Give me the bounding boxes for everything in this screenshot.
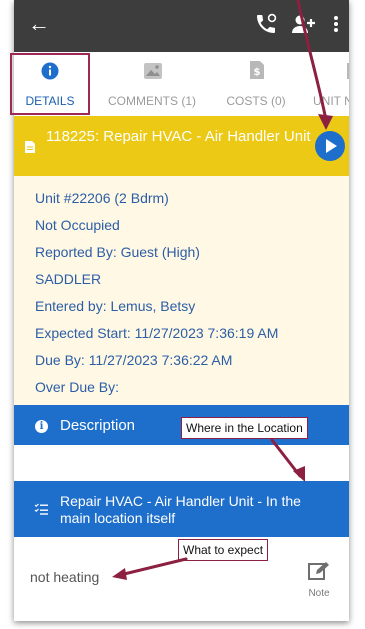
back-arrow-icon[interactable]: ← [28,10,50,38]
detail-expected-start: Expected Start: 11/27/2023 7:36:19 AM [35,325,279,341]
callout-location: Where in the Location [181,417,308,439]
detail-entered-by: Entered by: Lemus, Betsy [35,298,196,314]
detail-due-by: Due By: 11/27/2023 7:36:22 AM [35,352,233,368]
work-order-title: 118225: Repair HVAC - Air Handler Unit [46,128,311,145]
svg-text:$: $ [254,67,261,78]
tab-unit-notes-label: UNIT NO [313,94,349,108]
checklist-icon [34,503,48,515]
work-order-details: Unit #22206 (2 Bdrm) Not Occupied Report… [14,176,349,405]
note-button-label: Note [308,588,330,599]
more-vert-icon[interactable] [332,12,340,36]
dollar-document-icon: $ [250,61,264,79]
note-button[interactable]: Note [304,561,334,599]
detail-reported-by: Reported By: Guest (High) [35,244,200,260]
tab-unit-notes[interactable]: UNIT NO [302,52,349,116]
image-icon [144,63,162,79]
detail-over-due-by: Over Due By: [35,379,120,395]
phone-call-icon[interactable] [254,12,278,36]
edit-note-icon [308,562,329,580]
tab-comments-label: COMMENTS (1) [108,94,196,108]
play-button[interactable] [315,131,345,161]
location-bar[interactable]: Repair HVAC - Air Handler Unit - In the … [14,481,349,537]
top-app-bar: ← [14,0,349,52]
detail-occupancy: Not Occupied [35,217,120,233]
location-label: Repair HVAC - Air Handler Unit - In the … [60,493,301,526]
tab-costs[interactable]: $ COSTS (0) [214,52,298,116]
tab-comments[interactable]: COMMENTS (1) [94,52,210,116]
detail-property: SADDLER [35,271,102,287]
description-label: Description [60,417,136,434]
description-text: not heating [30,569,100,585]
add-person-icon[interactable] [290,12,318,36]
tab-costs-label: COSTS (0) [226,94,286,108]
document-icon [25,141,35,153]
callout-expect: What to expect [178,539,269,561]
detail-unit: Unit #22206 (2 Bdrm) [35,190,169,206]
document-icon [347,63,349,79]
work-order-header: 118225: Repair HVAC - Air Handler Unit [14,116,349,176]
tab-highlight-box [10,53,90,115]
info-icon: i [35,420,48,433]
